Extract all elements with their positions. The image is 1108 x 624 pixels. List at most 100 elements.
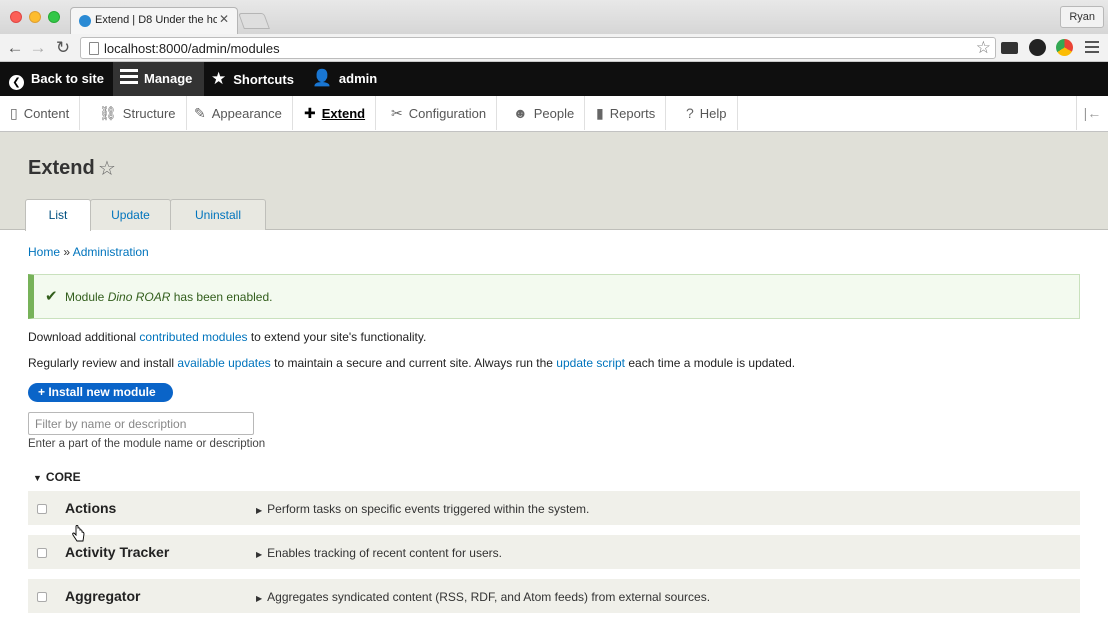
star-icon: ★ [211,69,227,88]
module-checkbox[interactable] [37,592,47,602]
status-message-text: Module Dino ROAR has been enabled. [65,290,272,304]
admin-tray: ▯ Content ⛓ Structure ✎ Appearance ✚ Extend … [0,96,1108,132]
hand-cursor-icon [72,525,85,542]
forward-arrow-icon[interactable]: → [28,38,48,58]
module-checkbox[interactable] [37,504,47,514]
module-name: Activity Tracker [65,544,170,560]
message-module-name: Dino ROAR [107,290,171,304]
new-tab-button[interactable] [238,13,270,29]
tray-item-extend[interactable]: ✚ Extend [294,96,377,130]
module-description: Aggregates syndicated content (RSS, RDF,… [267,590,711,604]
breadcrumb: Home » Administration [28,245,149,259]
profile-button[interactable]: Ryan [1060,6,1104,28]
tray-item-label: People [533,106,575,121]
check-icon: ✔ [45,288,58,305]
manage-tab[interactable]: Manage [113,62,204,96]
filter-description: Enter a part of the module name or descr… [28,438,266,450]
module-row-actions: Actions ▶ Perform tasks on specific event… [28,491,1080,526]
breadcrumb-admin-link[interactable]: Administration [73,245,149,259]
tray-item-content[interactable]: ▯ Content [0,96,81,130]
module-description-toggle[interactable]: ▶ Enables tracking of recent content for … [256,546,502,560]
core-group-label: CORE [45,470,81,484]
expand-triangle-icon: ▶ [256,550,263,559]
puzzle-icon: ✚ [304,105,316,121]
status-message: ✔ Module Dino ROAR has been enabled. [28,274,1080,319]
shortcuts-tab[interactable]: ★ Shortcuts [211,62,294,96]
module-description-toggle[interactable]: ▶ Perform tasks on specific events trigge… [256,502,589,516]
module-description-toggle[interactable]: ▶ Aggregates syndicated content (RSS, RDF… [256,590,710,604]
tray-item-label: Help [699,106,727,121]
p2-post: each time a module is updated. [625,356,796,370]
address-bar[interactable]: localhost:8000/admin/modules ☆ [80,37,996,59]
p2-pre: Regularly review and install [28,356,178,370]
module-name: Actions [65,500,117,516]
collapse-triangle-icon: ▼ [33,473,42,483]
user-tab[interactable]: 👤 admin [312,62,377,96]
p2-mid: to maintain a secure and current site. A… [270,356,557,370]
chrome-extension-icon[interactable] [1056,39,1073,56]
intro-paragraph-1: Download additional contributed modules … [28,330,426,344]
tab-update[interactable]: Update [90,199,171,230]
contributed-modules-link[interactable]: contributed modules [139,330,247,344]
module-name: Aggregator [65,588,141,604]
tray-item-configuration[interactable]: ✂ Configuration [381,96,498,130]
back-to-site-link[interactable]: ❮ Back to site [9,62,104,96]
tray-item-structure[interactable]: ⛓ Structure [89,96,187,130]
minimize-window-button[interactable] [29,11,41,23]
tray-item-label: Configuration [408,106,487,121]
page-icon [89,42,99,55]
reload-icon[interactable]: ↻ [53,38,73,58]
update-script-link[interactable]: update script [556,356,625,370]
browser-tab[interactable]: Extend | D8 Under the hood ✕ [70,7,238,34]
browser-titlebar: Extend | D8 Under the hood ✕ Ryan [0,0,1108,34]
back-arrow-icon[interactable]: ← [5,38,25,58]
install-new-module-button[interactable]: + Install new module [28,383,173,402]
tray-item-reports[interactable]: ▮ Reports [586,96,667,130]
tray-item-label: Extend [321,106,366,121]
tab-title: Extend | D8 Under the hood [95,14,217,26]
filter-input[interactable] [28,412,254,435]
p1-post: to extend your site's functionality. [247,330,427,344]
bar-chart-icon: ▮ [596,105,604,121]
core-group-toggle[interactable]: ▼ CORE [33,470,81,484]
tab-list[interactable]: List [25,199,91,231]
tray-item-label: Content [23,106,70,121]
flame-extension-icon[interactable] [1029,39,1046,56]
expand-triangle-icon: ▶ [256,506,263,515]
tray-item-label: Reports [609,106,656,121]
tray-item-help[interactable]: ? Help [676,96,738,130]
p1-pre: Download additional [28,330,140,344]
sitemap-icon: ⛓ [99,105,117,121]
tray-item-label: Appearance [211,106,282,121]
manage-label: Manage [144,71,193,86]
wrench-icon: ✂ [391,105,403,121]
tray-item-people[interactable]: ☻ People [503,96,586,130]
shortcuts-label: Shortcuts [233,72,294,87]
module-checkbox[interactable] [37,548,47,558]
breadcrumb-home-link[interactable]: Home [28,245,60,259]
module-row-activity-tracker: Activity Tracker ▶ Enables tracking of re… [28,535,1080,570]
shortcut-star-icon[interactable]: ☆ [98,156,116,181]
module-description: Perform tasks on specific events trigger… [267,502,590,516]
tab-close-icon[interactable]: ✕ [219,12,229,26]
browser-toolbar: ← → ↻ localhost:8000/admin/modules ☆ [0,34,1108,62]
url-text[interactable]: localhost:8000/admin/modules [104,41,280,56]
browser-menu-icon[interactable] [1085,41,1099,56]
page-icon: ▯ [10,105,18,121]
message-post: has been enabled. [170,290,273,304]
help-icon: ? [686,105,694,121]
bookmark-star-icon[interactable]: ☆ [976,38,991,58]
back-circle-icon: ❮ [9,75,24,90]
zoom-window-button[interactable] [48,11,60,23]
tab-uninstall[interactable]: Uninstall [170,199,266,230]
close-window-button[interactable] [10,11,22,23]
tray-item-appearance[interactable]: ✎ Appearance [184,96,293,130]
expand-triangle-icon: ▶ [256,594,263,603]
tray-item-label: Structure [122,106,176,121]
module-row-aggregator: Aggregator ▶ Aggregates syndicated conten… [28,579,1080,614]
tray-collapse-icon[interactable]: |← [1076,96,1108,130]
hamburger-icon [120,69,138,84]
available-updates-link[interactable]: available updates [177,356,270,370]
terminal-extension-icon[interactable] [1001,42,1018,54]
admin-toolbar: ❮ Back to site Manage ★ Shortcuts 👤 admin [0,62,1108,96]
